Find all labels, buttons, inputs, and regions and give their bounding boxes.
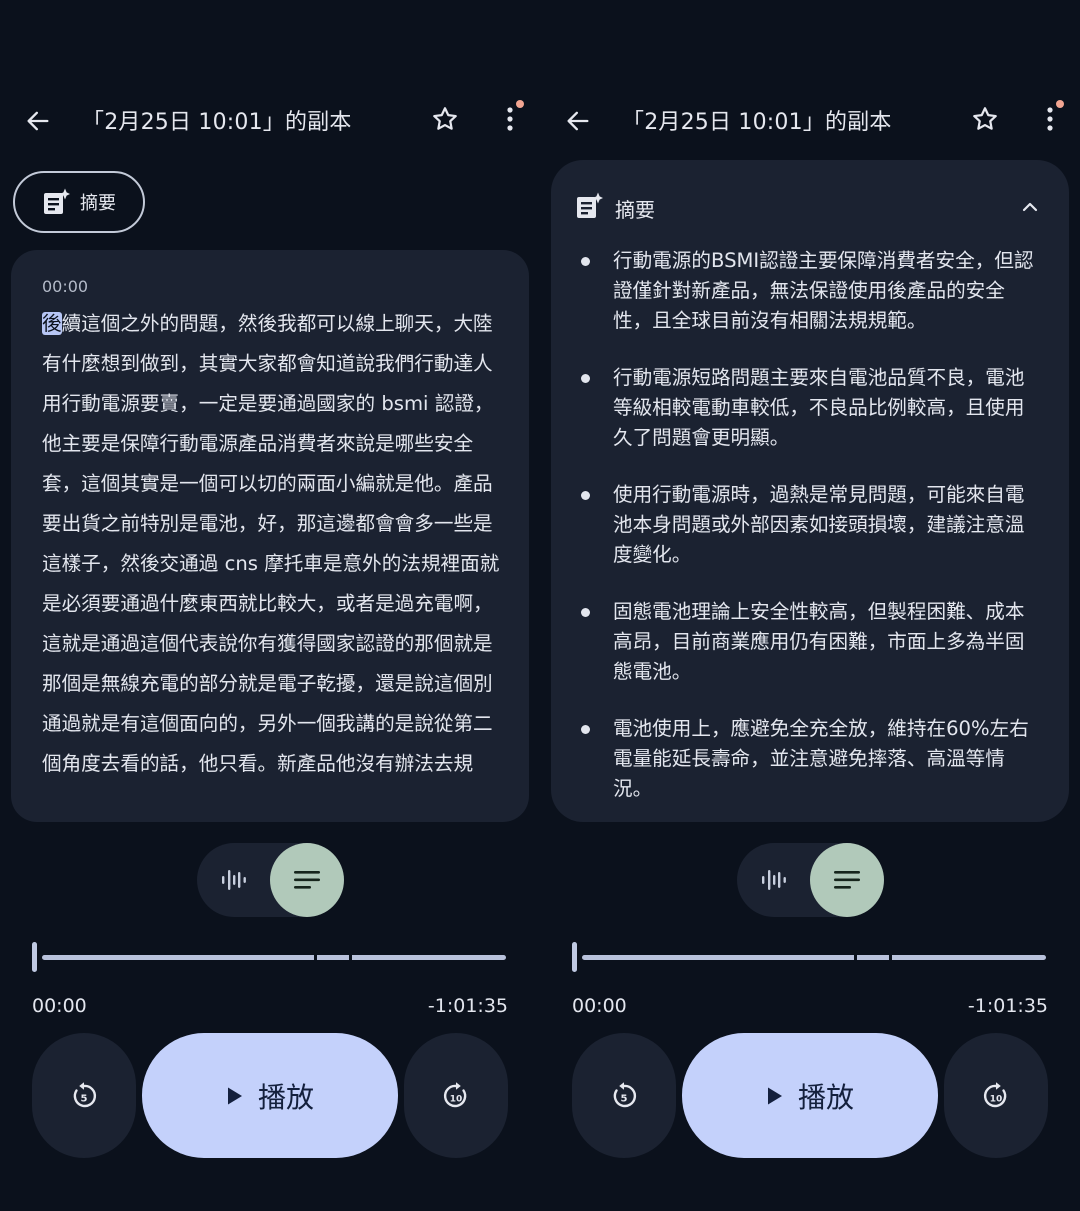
favorite-button[interactable]: [968, 102, 1002, 136]
skip-forward-button[interactable]: 10: [944, 1033, 1048, 1158]
back-arrow-icon: [567, 111, 589, 131]
seek-marker: [854, 954, 857, 961]
forward-10-icon: 10: [983, 1081, 1007, 1107]
page-title: 「2月25日 10:01」的副本: [622, 110, 892, 135]
waveform-icon: [762, 870, 786, 890]
audio-view-button[interactable]: [754, 862, 794, 898]
summary-header[interactable]: 摘要: [575, 190, 1045, 224]
text-lines-icon: [834, 871, 860, 889]
current-time: 00:00: [32, 995, 87, 1017]
transcript-timestamp[interactable]: 00:00: [42, 277, 88, 296]
notification-dot: [516, 100, 524, 108]
summary-bullet: 行動電源短路問題主要來自電池品質不良，電池等級相較電動車較低，不良品比例較高，且…: [581, 363, 1043, 453]
back-arrow-icon: [27, 111, 49, 131]
skip-back-seconds: 5: [81, 1093, 88, 1104]
skip-forward-button[interactable]: 10: [404, 1033, 508, 1158]
play-icon: [767, 1087, 782, 1104]
skip-back-button[interactable]: 5: [32, 1033, 136, 1158]
current-time: 00:00: [572, 995, 627, 1017]
summary-title: 摘要: [615, 198, 655, 222]
forward-10-icon: 10: [443, 1081, 467, 1107]
summary-bullet: 使用行動電源時，過熱是常見問題，可能來自電池本身問題或外部因素如接頭損壞，建議注…: [581, 480, 1043, 570]
right-pane: 「2月25日 10:01」的副本 摘要 行動電源的BSMI認證主要保障消費者安全…: [540, 0, 1080, 1211]
seek-track: [582, 954, 1046, 961]
seek-thumb[interactable]: [32, 942, 37, 972]
skip-forward-seconds: 10: [450, 1094, 463, 1104]
star-icon: [433, 107, 457, 130]
seek-bar[interactable]: [30, 938, 510, 978]
replay-5-icon: 5: [73, 1081, 97, 1107]
summary-bullet: 固態電池理論上安全性較高，但製程困難、成本高昂，目前商業應用仍有困難，市面上多為…: [581, 597, 1043, 687]
seek-track: [42, 954, 506, 961]
skip-back-seconds: 5: [621, 1093, 628, 1104]
summary-card: 摘要 行動電源的BSMI認證主要保障消費者安全，但認證僅針對新產品，無法保證使用…: [551, 160, 1069, 822]
back-button[interactable]: [562, 105, 594, 137]
summary-bullet: 電池使用上，應避免全充全放，維持在60%左右電量能延長壽命，並注意避免摔落、高溫…: [581, 714, 1043, 804]
text-lines-icon: [294, 871, 320, 889]
seek-marker: [889, 954, 892, 961]
skip-forward-seconds: 10: [990, 1094, 1003, 1104]
view-toggle[interactable]: [737, 843, 884, 917]
remaining-time: -1:01:35: [967, 995, 1048, 1017]
summary-bullet-list: 行動電源的BSMI認證主要保障消費者安全，但認證僅針對新產品，無法保證使用後產品…: [581, 246, 1043, 822]
star-icon: [973, 107, 997, 130]
top-app-bar: 「2月25日 10:01」的副本: [540, 90, 1080, 150]
transcript-view-button[interactable]: [270, 843, 344, 917]
transcript-view-button[interactable]: [810, 843, 884, 917]
more-vert-icon: [507, 107, 513, 131]
more-vert-icon: [1047, 107, 1053, 131]
seek-thumb[interactable]: [572, 942, 577, 972]
skip-back-button[interactable]: 5: [572, 1033, 676, 1158]
summary-sparkle-icon: [44, 188, 70, 214]
transcript-text[interactable]: 後續這個之外的問題，然後我都可以線上聊天，大陸有什麼想到做到，其實大家都會知道說…: [42, 304, 507, 784]
play-button[interactable]: 播放: [142, 1033, 398, 1158]
top-app-bar: 「2月25日 10:01」的副本: [0, 90, 540, 150]
replay-5-icon: 5: [613, 1081, 637, 1107]
play-button-label: 播放: [257, 1080, 314, 1114]
seek-marker: [314, 954, 317, 961]
collapse-summary-button[interactable]: [1015, 192, 1045, 222]
page-title: 「2月25日 10:01」的副本: [82, 110, 352, 135]
left-pane: 「2月25日 10:01」的副本 摘要 00:00 後續這個之外的問題，然後我都…: [0, 0, 540, 1211]
waveform-icon: [222, 870, 246, 890]
summary-button-label: 摘要: [80, 193, 116, 214]
play-button[interactable]: 播放: [682, 1033, 938, 1158]
favorite-button[interactable]: [428, 102, 462, 136]
transcript-card[interactable]: 00:00 後續這個之外的問題，然後我都可以線上聊天，大陸有什麼想到做到，其實大…: [11, 250, 529, 822]
transcript-body: 續這個之外的問題，然後我都可以線上聊天，大陸有什麼想到做到，其實大家都會知道說我…: [42, 312, 500, 775]
back-button[interactable]: [22, 105, 54, 137]
view-toggle[interactable]: [197, 843, 344, 917]
chevron-up-icon: [1022, 202, 1038, 212]
seek-bar[interactable]: [570, 938, 1050, 978]
summary-sparkle-icon: [577, 192, 603, 218]
summary-button[interactable]: 摘要: [13, 171, 145, 233]
audio-view-button[interactable]: [214, 862, 254, 898]
notification-dot: [1056, 100, 1064, 108]
play-button-label: 播放: [797, 1080, 854, 1114]
remaining-time: -1:01:35: [427, 995, 508, 1017]
seek-marker: [349, 954, 352, 961]
transcript-highlighted-word: 後: [42, 312, 62, 335]
play-icon: [227, 1087, 242, 1104]
summary-bullet: 行動電源的BSMI認證主要保障消費者安全，但認證僅針對新產品，無法保證使用後產品…: [581, 246, 1043, 336]
